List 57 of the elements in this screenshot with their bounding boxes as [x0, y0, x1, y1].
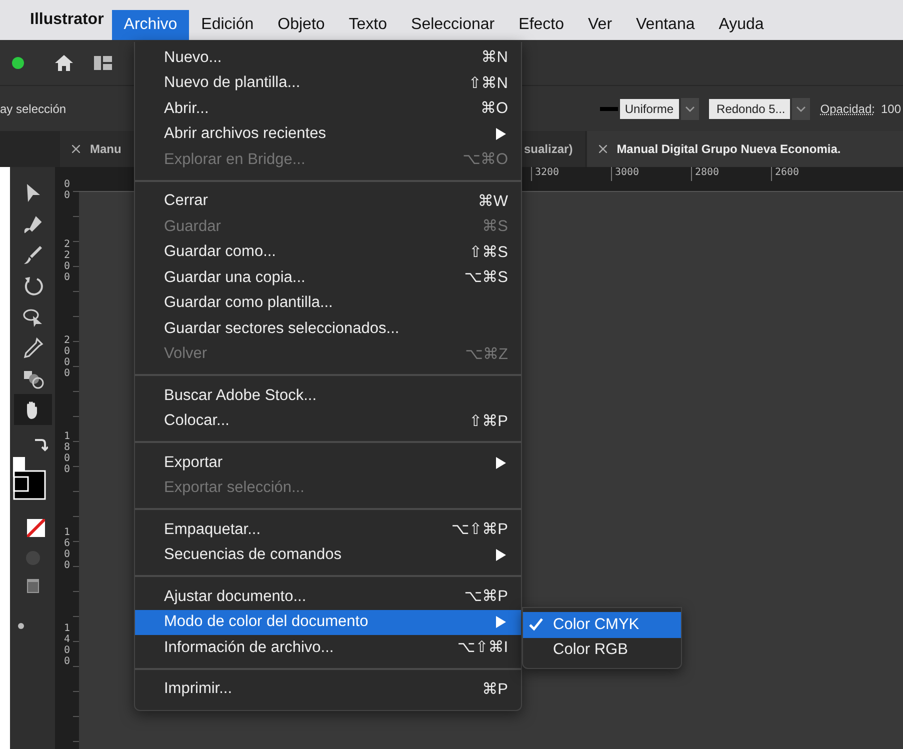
menu-item[interactable]: Ajustar documento... ⌥⌘P — [135, 584, 521, 610]
app-menu[interactable]: Illustrator — [30, 11, 104, 29]
ruler-label: 3000 — [611, 167, 691, 181]
menu-title[interactable]: Archivo — [112, 10, 190, 40]
menu-item[interactable]: Buscar Adobe Stock... — [135, 383, 521, 408]
document-tab[interactable]: sualizar) — [520, 131, 585, 167]
menu-item[interactable]: Guardar una copia... ⌥⌘S — [135, 265, 521, 290]
menu-item[interactable]: Guardar como plantilla... — [135, 290, 521, 316]
brush-dropdown[interactable]: Redondo 5... — [708, 98, 790, 118]
home-icon[interactable] — [54, 54, 74, 72]
caret-icon[interactable] — [680, 98, 699, 120]
submenu-item[interactable]: Color RGB — [523, 638, 681, 663]
menu-item[interactable]: Abrir... ⌘O — [135, 96, 521, 122]
more-tools-icon[interactable] — [18, 623, 24, 629]
menu-item[interactable]: Información de archivo... ⌥⇧⌘I — [135, 635, 521, 660]
menu-item[interactable]: Guardar sectores seleccionados... — [135, 316, 521, 342]
menu-item[interactable]: Cerrar ⌘W — [135, 188, 521, 214]
menu-title[interactable]: Seleccionar — [399, 10, 507, 40]
no-color-swatch-icon[interactable] — [26, 519, 44, 537]
menu-item[interactable]: Colocar... ⇧⌘P — [135, 408, 521, 434]
fill-stroke-icon[interactable] — [12, 457, 48, 501]
brush-icon[interactable] — [22, 244, 44, 266]
menu-title[interactable]: Edición — [189, 10, 266, 40]
opacity-link[interactable]: Opacidad: — [820, 102, 875, 116]
menu-title[interactable]: Objeto — [266, 10, 337, 40]
menu-title[interactable]: Efecto — [506, 10, 576, 40]
screen-mode-icon[interactable] — [26, 579, 38, 593]
opacity-value[interactable]: 100 — [880, 102, 901, 116]
ruler-label: 1800 — [64, 431, 70, 475]
eyedropper-icon[interactable] — [22, 336, 44, 358]
close-icon[interactable] — [72, 145, 80, 153]
ruler-label: 00 — [64, 179, 70, 201]
workspace-icon[interactable] — [94, 56, 112, 70]
menu-title[interactable]: Ayuda — [706, 10, 776, 40]
selection-label: ay selección — [0, 102, 66, 116]
submenu-item[interactable]: Color CMYK — [523, 612, 681, 638]
caret-icon[interactable] — [792, 98, 810, 120]
ruler-label: 2600 — [771, 167, 851, 181]
ruler-label: 2800 — [691, 167, 771, 181]
menu-item[interactable]: Empaquetar... ⌥⇧⌘P — [135, 517, 521, 542]
menu-item[interactable]: Nuevo de plantilla... ⇧⌘N — [135, 70, 521, 96]
ruler-label: 2000 — [64, 335, 70, 379]
ruler-label: 1400 — [64, 623, 70, 667]
menu-item[interactable]: Guardar como... ⇧⌘S — [135, 240, 521, 265]
menu-title[interactable]: Texto — [336, 10, 400, 40]
menu-title[interactable]: Ventana — [624, 10, 707, 40]
close-icon[interactable] — [598, 145, 607, 153]
ruler-label: 1600 — [64, 527, 70, 571]
stroke-profile-dropdown[interactable]: Uniforme — [620, 98, 679, 118]
menu-item[interactable]: Exportar — [135, 450, 521, 476]
ruler-label: 3200 — [531, 167, 611, 181]
menu-item[interactable]: Imprimir... ⌘P — [135, 676, 521, 702]
menu-item[interactable]: Secuencias de comandos — [135, 542, 521, 568]
document-tab[interactable]: Manual Digital Grupo Nueva Economia. — [586, 131, 903, 167]
menu-item[interactable]: Modo de color del documento — [135, 610, 521, 635]
menu-title[interactable]: Ver — [576, 10, 624, 40]
ruler-label: 2200 — [64, 239, 70, 283]
